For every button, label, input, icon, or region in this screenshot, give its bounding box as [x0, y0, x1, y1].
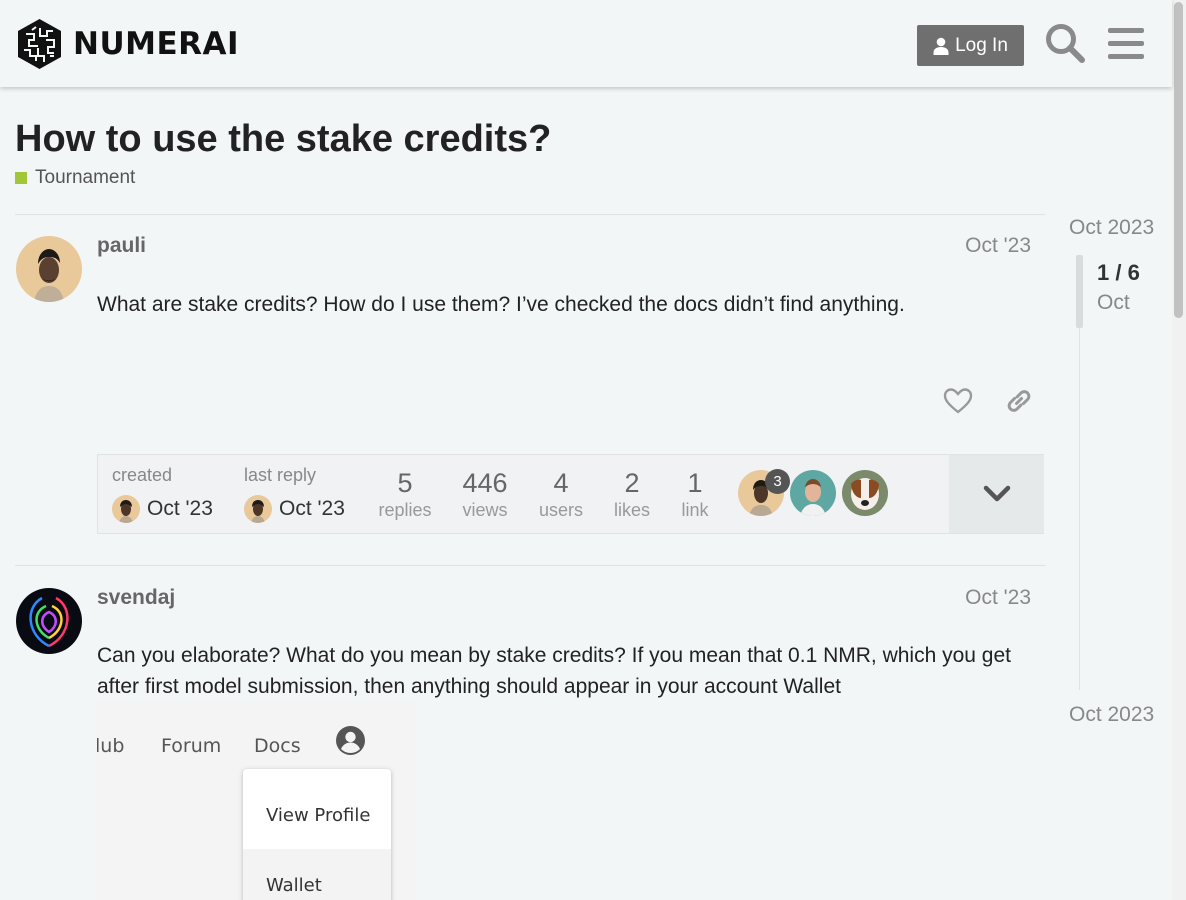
- created-date[interactable]: Oct '23: [147, 497, 213, 521]
- stat-replies: 5 replies: [370, 468, 440, 522]
- divider: [15, 565, 1046, 566]
- stat-value: 1: [687, 468, 703, 498]
- post-date[interactable]: Oct '23: [940, 586, 1031, 610]
- avatar-image: [790, 470, 836, 516]
- avatar-image: [244, 495, 272, 523]
- stat-value: 5: [397, 468, 413, 498]
- post-body: Can you elaborate? What do you mean by s…: [97, 644, 1011, 698]
- brand-name: NUMERAI: [73, 26, 240, 62]
- login-label: Log In: [955, 34, 1008, 56]
- stat-value: 446: [462, 468, 508, 498]
- timeline-position-date: Oct: [1097, 291, 1130, 314]
- created-avatar[interactable]: [112, 495, 140, 523]
- avatar-image: [16, 236, 82, 302]
- last-reply-avatar[interactable]: [244, 495, 272, 523]
- avatar-pauli[interactable]: [16, 236, 82, 302]
- participant-avatar-2[interactable]: [790, 470, 836, 516]
- stat-label: link: [681, 500, 709, 520]
- post-date[interactable]: Oct '23: [940, 234, 1031, 258]
- like-heart-icon[interactable]: [943, 386, 973, 416]
- stat-likes: 2 likes: [601, 468, 663, 522]
- stat-value: 4: [553, 468, 569, 498]
- stat-users: 4 users: [526, 468, 596, 522]
- stat-label: replies: [378, 500, 432, 520]
- timeline-start-date[interactable]: Oct 2023: [1069, 216, 1154, 240]
- last-reply-date[interactable]: Oct '23: [279, 497, 345, 521]
- copy-link-icon[interactable]: [1004, 386, 1034, 416]
- last-reply-label: last reply: [244, 465, 317, 485]
- embedded-menu-item: Wallet: [266, 875, 322, 896]
- avatar-image: [112, 495, 140, 523]
- chevron-down-icon: [983, 485, 1010, 502]
- search-icon[interactable]: [1044, 22, 1086, 64]
- created-label: created: [112, 465, 173, 485]
- numerai-logo[interactable]: NUMERAI: [16, 18, 239, 70]
- post-username[interactable]: svendaj: [97, 586, 175, 610]
- embedded-nav-item: lub: [97, 735, 125, 757]
- participant-avatar-3[interactable]: [842, 470, 888, 516]
- stat-views: 446 views: [450, 468, 520, 522]
- site-header: NUMERAI Log In: [0, 0, 1172, 87]
- stat-label: likes: [613, 500, 650, 520]
- post-body: What are stake credits? How do I use the…: [97, 293, 905, 316]
- embedded-screenshot[interactable]: lub Forum Docs View Profile Wallet: [97, 702, 416, 900]
- avatar-svendaj[interactable]: [16, 588, 82, 654]
- category-label: Tournament: [35, 167, 136, 188]
- stat-links: 1 link: [668, 468, 722, 522]
- topic-map: created Oct '23 last reply Oct '23 5 rep…: [97, 454, 1044, 534]
- timeline-handle[interactable]: [1076, 255, 1083, 328]
- timeline-end-date[interactable]: Oct 2023: [1069, 703, 1154, 727]
- scrollbar-thumb[interactable]: [1174, 2, 1183, 318]
- avatar-image: [16, 588, 82, 654]
- stat-label: users: [538, 500, 583, 520]
- category-link[interactable]: Tournament: [15, 167, 135, 189]
- page-scrollbar[interactable]: [1172, 0, 1186, 900]
- topic-title[interactable]: How to use the stake credits?: [15, 118, 551, 161]
- post-username[interactable]: pauli: [97, 234, 146, 258]
- stat-label: views: [462, 500, 508, 520]
- embedded-nav-item: Forum: [161, 735, 222, 757]
- hamburger-menu-icon[interactable]: [1105, 22, 1147, 64]
- category-color-square: [15, 172, 27, 184]
- login-button[interactable]: Log In: [917, 25, 1024, 66]
- embedded-dropdown-menu: View Profile Wallet: [243, 769, 391, 900]
- expand-topic-map-button[interactable]: [949, 455, 1044, 533]
- divider: [15, 214, 1046, 215]
- embedded-nav-item: Docs: [254, 735, 301, 757]
- participant-post-count-badge: 3: [765, 469, 790, 494]
- account-circle-icon: [336, 726, 365, 755]
- stat-value: 2: [624, 468, 640, 498]
- numerai-logo-icon: [18, 19, 61, 69]
- embedded-menu-item: View Profile: [266, 805, 371, 826]
- avatar-image: [842, 470, 888, 516]
- timeline-position: 1 / 6: [1097, 260, 1140, 285]
- user-icon: [933, 37, 949, 55]
